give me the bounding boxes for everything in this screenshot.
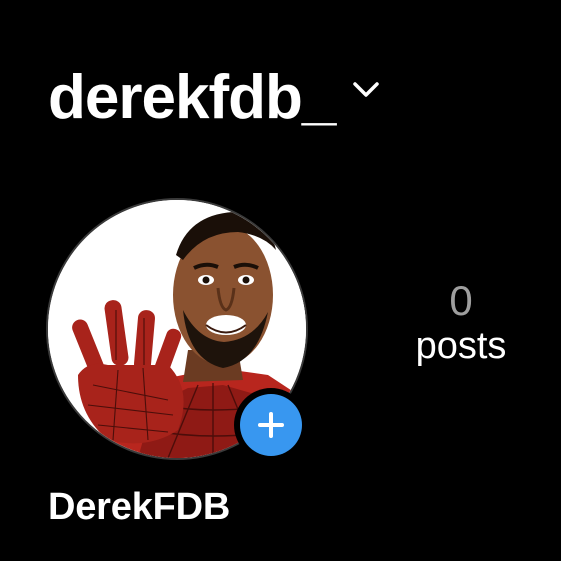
posts-stat[interactable]: 0 posts	[396, 277, 526, 370]
posts-label: posts	[415, 325, 507, 368]
plus-icon	[258, 412, 284, 438]
display-name: DerekFDB	[48, 486, 231, 528]
add-story-badge	[240, 394, 302, 456]
avatar-container	[48, 200, 308, 462]
posts-count: 0	[449, 277, 473, 324]
username-title[interactable]: derekfdb_	[48, 67, 336, 129]
add-story-button[interactable]	[234, 388, 308, 462]
chevron-down-icon[interactable]	[351, 74, 381, 104]
profile-header: derekfdb_	[48, 58, 381, 138]
